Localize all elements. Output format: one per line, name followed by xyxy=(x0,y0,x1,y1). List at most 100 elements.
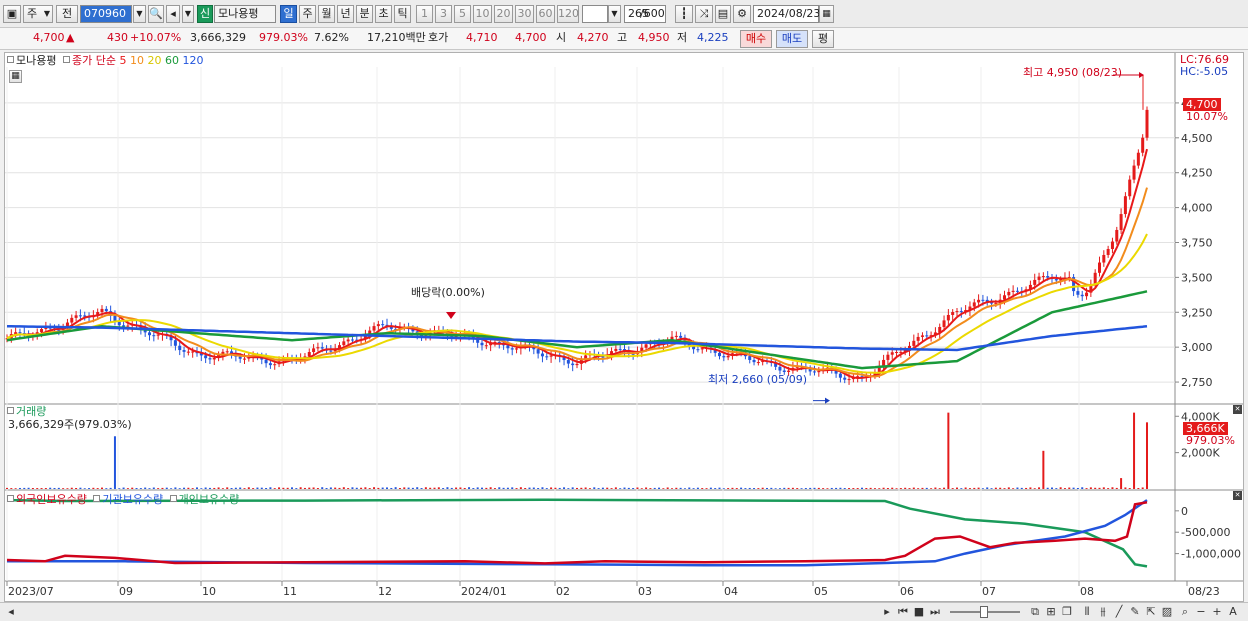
period-year[interactable]: 년 xyxy=(337,5,354,23)
candle-body xyxy=(951,312,955,315)
volume-bar xyxy=(109,487,112,489)
tile-icon[interactable]: ⊞ xyxy=(1044,605,1058,619)
sell-button[interactable]: 매도 xyxy=(776,30,808,48)
line-icon[interactable]: ╱ xyxy=(1112,605,1126,619)
grid-icon[interactable]: ▦ xyxy=(9,70,22,83)
interval-10[interactable]: 10 xyxy=(473,5,492,23)
chart-canvas[interactable]: 4,7504,5004,2504,0003,7503,5003,2503,000… xyxy=(5,53,1243,601)
candle-body xyxy=(1115,229,1119,242)
prev-button[interactable]: 전 xyxy=(56,5,78,23)
candle-body xyxy=(510,348,514,350)
interval-20[interactable]: 20 xyxy=(494,5,513,23)
export-icon[interactable]: ⇱ xyxy=(1144,605,1158,619)
volume-bar xyxy=(994,487,997,489)
month-label: 08/23 xyxy=(1188,585,1220,598)
save-icon[interactable]: ▤ xyxy=(715,5,731,23)
font-icon[interactable]: A xyxy=(1226,605,1240,619)
candle-body xyxy=(916,336,920,341)
eval-button[interactable]: 평 xyxy=(812,30,834,48)
volume-bar xyxy=(1094,487,1097,489)
candle-body xyxy=(104,308,108,312)
date-input[interactable]: 2024/08/23 xyxy=(753,5,820,23)
legend-box xyxy=(93,495,101,502)
plus-icon[interactable]: + xyxy=(1210,605,1224,619)
interval-3[interactable]: 3 xyxy=(435,5,452,23)
volume-bar xyxy=(1137,488,1140,489)
institution-holding-label: 기관보유수량 xyxy=(102,493,164,506)
chart-area[interactable]: 4,7504,5004,2504,0003,7503,5003,2503,000… xyxy=(4,52,1244,602)
candle-body xyxy=(268,363,272,366)
buy-button[interactable]: 매수 xyxy=(740,30,772,48)
period-week[interactable]: 주 xyxy=(299,5,316,23)
code-dropdown-icon[interactable]: ▼ xyxy=(133,5,146,23)
period-tick[interactable]: 틱 xyxy=(394,5,411,23)
candle-body xyxy=(890,352,894,355)
candle-body xyxy=(955,311,959,313)
period-second[interactable]: 초 xyxy=(375,5,392,23)
volume-bar xyxy=(230,488,233,489)
volume-bar xyxy=(822,488,825,489)
volume-bar xyxy=(1038,487,1041,489)
volume-bar xyxy=(92,487,95,489)
interval-dropdown-icon[interactable]: ▼ xyxy=(608,5,621,23)
volume-bar xyxy=(895,488,898,489)
period-month[interactable]: 월 xyxy=(318,5,335,23)
gear-icon[interactable]: ⚙ xyxy=(733,5,751,23)
image-icon[interactable]: ▨ xyxy=(1160,605,1174,619)
price-tick-label: 3,500 xyxy=(1181,271,1213,284)
volume-bar xyxy=(1012,488,1015,489)
volume-bar xyxy=(390,487,393,489)
volume-bar xyxy=(960,488,963,489)
minus-icon[interactable]: − xyxy=(1194,605,1208,619)
close-icon[interactable]: ✕ xyxy=(1233,491,1242,500)
calendar-icon[interactable]: ▦ xyxy=(819,5,834,23)
search-icon[interactable]: 🔍 xyxy=(148,5,164,23)
interval-60[interactable]: 60 xyxy=(536,5,555,23)
volume-bar xyxy=(303,487,306,489)
volume-bar xyxy=(545,488,548,489)
stop-icon[interactable]: ■ xyxy=(912,605,926,619)
volume-bar xyxy=(1089,487,1092,489)
zoom-slider-thumb[interactable] xyxy=(980,606,988,618)
interval-input[interactable] xyxy=(582,5,608,23)
forward-icon[interactable]: ⏭ xyxy=(928,605,942,619)
interval-120[interactable]: 120 xyxy=(557,5,579,23)
bar-icon[interactable]: ⫴ xyxy=(1080,605,1094,619)
copy-icon[interactable]: ❐ xyxy=(1060,605,1074,619)
period-minute[interactable]: 분 xyxy=(356,5,373,23)
zoom-icon[interactable]: ⌕ xyxy=(1178,605,1192,619)
draw-icon[interactable]: ✎ xyxy=(1128,605,1142,619)
candle-small-icon[interactable]: ⫵ xyxy=(1096,605,1110,619)
volume-bar xyxy=(208,487,211,489)
candle-body xyxy=(540,353,544,357)
interval-30[interactable]: 30 xyxy=(515,5,534,23)
scroll-bar[interactable]: ◂ ▸ ⏮ ■ ⏭ ⧉ ⊞ ❐ ⫴ ⫵ ╱ ✎ ⇱ ▨ ⌕ − + A xyxy=(0,602,1248,621)
candle-icon[interactable]: ┇ xyxy=(675,5,693,23)
volume-bar xyxy=(10,488,13,489)
volume-bar xyxy=(174,487,177,489)
window-icon[interactable]: ⧉ xyxy=(1028,605,1042,619)
volume-bar xyxy=(308,487,311,489)
period-day[interactable]: 일 xyxy=(280,5,297,23)
trend-icon[interactable]: ⤨ xyxy=(695,5,713,23)
volume-bar xyxy=(321,487,324,489)
market-select[interactable]: 주 ▼ xyxy=(23,5,53,23)
candle-body xyxy=(787,370,791,372)
close-icon[interactable]: ✕ xyxy=(1233,405,1242,414)
sound-dropdown-icon[interactable]: ▼ xyxy=(182,5,194,23)
layout-icon[interactable]: ▣ xyxy=(3,5,21,23)
stock-code-input[interactable]: 070960 xyxy=(80,5,132,23)
volume-bar xyxy=(62,488,65,489)
rewind-icon[interactable]: ⏮ xyxy=(896,605,910,619)
scroll-right-icon[interactable]: ▸ xyxy=(880,605,894,619)
volume-bar xyxy=(459,487,462,489)
interval-1[interactable]: 1 xyxy=(416,5,433,23)
ma-120: 120 xyxy=(182,54,204,67)
volume-bar xyxy=(770,487,773,489)
scroll-left-icon[interactable]: ◂ xyxy=(4,605,18,619)
volume-bar xyxy=(627,487,630,489)
sound-icon[interactable]: ◂ xyxy=(166,5,180,23)
interval-5[interactable]: 5 xyxy=(454,5,471,23)
volume-bar xyxy=(6,487,8,489)
volume-bar xyxy=(57,487,60,489)
